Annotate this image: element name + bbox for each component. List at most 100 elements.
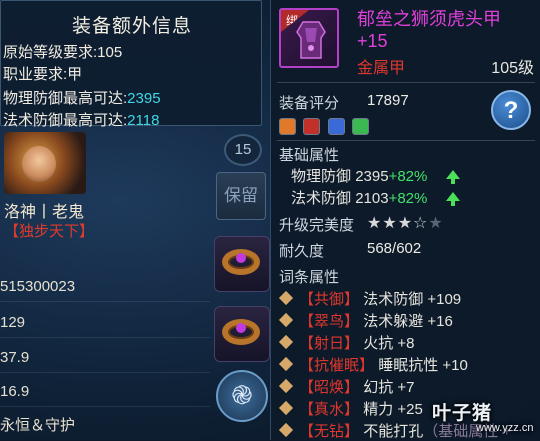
affix-row: 【共御】 法术防御 +109 (278, 288, 462, 309)
watermark-url: www.yzz.cn (476, 422, 534, 434)
physical-defense-label: 物理防御 (291, 168, 352, 185)
armor-icon[interactable]: 绑 (279, 8, 339, 68)
max-magic-defense-label: 法术防御最高可达: (3, 112, 128, 129)
blue-gem-icon[interactable] (327, 118, 345, 135)
durability-label: 耐久度 (279, 243, 325, 260)
score-label: 装备评分 (279, 95, 340, 112)
max-physical-defense-label: 物理防御最高可达: (3, 90, 128, 107)
reserve-button[interactable]: 保留 (216, 172, 266, 220)
extra-info-tooltip: 装备额外信息 原始等级要求:105 职业要求:甲 物理防御最高可达:2395 法… (0, 0, 262, 129)
character-stat-row: 515300023 (0, 278, 210, 302)
affix-tag: 【真水】 (299, 401, 360, 418)
affix-text: 不能打孔 (363, 423, 424, 440)
item-level: 105级 (491, 60, 534, 77)
max-physical-defense: 物理防御最高可达:2395 (3, 87, 161, 108)
diamond-icon (278, 334, 294, 350)
diamond-icon (278, 312, 294, 328)
item-name-line: 郁垒之狮须虎头甲 (357, 9, 501, 29)
affix-text: 睡眠抗性 +10 (378, 357, 468, 374)
upgrade-perfection-label: 升级完美度 (279, 217, 355, 234)
original-level-requirement: 原始等级要求:105 (3, 44, 123, 61)
magic-defense-value: 2103 (355, 190, 389, 207)
character-stat-value: 515300023 (0, 278, 76, 295)
max-magic-defense-value: 2118 (127, 112, 160, 129)
gem-icon (236, 323, 246, 333)
star-dark-icon: ★ (428, 215, 444, 232)
affix-text: 幻抗 +7 (363, 379, 415, 396)
max-magic-defense: 法术防御最高可达:2118 (3, 109, 159, 130)
affix-text: 法术躲避 +16 (363, 313, 453, 330)
affix-row: 【翠鸟】 法术躲避 +16 (278, 310, 453, 331)
character-portrait[interactable] (4, 132, 86, 194)
affix-row: 【抗催眠】 睡眠抗性 +10 (278, 354, 468, 375)
character-stat-row: 16.9 (0, 383, 210, 407)
orange-gem-icon[interactable] (279, 118, 296, 135)
divider (277, 82, 535, 83)
affix-tag: 【无钻】 (299, 423, 360, 440)
character-stat-value: 37.9 (0, 349, 30, 366)
affix-tag: 【昭焕】 (299, 379, 360, 396)
help-button[interactable]: ? (491, 90, 531, 130)
red-gem-icon[interactable] (303, 118, 321, 135)
diamond-icon (278, 400, 294, 416)
affix-attributes-label: 词条属性 (279, 269, 340, 286)
class-requirement: 职业要求:甲 (3, 66, 83, 83)
affix-tag: 【共御】 (299, 291, 360, 308)
affix-text: 火抗 +8 (363, 335, 415, 352)
affix-text: 精力 +25 (363, 401, 423, 418)
character-stat-row: 永恒＆守护 (0, 414, 210, 441)
item-enhance-level: +15 (357, 31, 388, 51)
swirl-icon[interactable]: ֎ (216, 370, 268, 422)
gem-icon (236, 253, 246, 263)
star-filled-icon: ★ (382, 215, 398, 232)
site-watermark: 叶子猪 www.yzz.cn (432, 398, 540, 440)
up-arrow-icon (445, 169, 460, 184)
character-stat-value: 永恒＆守护 (0, 417, 76, 434)
affix-text: 法术防御 +109 (363, 291, 462, 308)
character-level-badge: 15 (224, 134, 262, 166)
affix-tag: 【射日】 (299, 335, 360, 352)
affix-tag: 【抗催眠】 (299, 357, 375, 374)
portrait-face (22, 146, 56, 182)
item-name: 郁垒之狮须虎头甲 +15 (357, 8, 537, 52)
divider (277, 140, 535, 141)
character-stat-value: 129 (0, 314, 26, 331)
equipment-slot-ring[interactable] (214, 306, 270, 362)
diamond-icon (278, 378, 294, 394)
green-gem-icon[interactable] (352, 118, 370, 135)
affix-tag: 【翠鸟】 (299, 313, 360, 330)
character-title: 【独步天下】 (4, 223, 95, 240)
item-type: 金属甲 (357, 60, 406, 77)
affix-row: 【真水】 精力 +25 (278, 398, 423, 419)
gem-slots (279, 118, 372, 140)
physical-defense-bonus: +82% (388, 168, 428, 185)
upgrade-stars: ★★★☆★ (367, 213, 444, 233)
character-stat-value: 16.9 (0, 383, 30, 400)
base-attributes-label: 基础属性 (279, 147, 340, 164)
item-detail-panel: 绑 郁垒之狮须虎头甲 +15 金属甲 105级 装备评分 17897 ? 基础属… (270, 0, 540, 440)
physical-defense-row: 物理防御 2395+82% (291, 165, 460, 186)
diamond-icon (278, 422, 294, 438)
watermark-main: 叶子猪 (432, 403, 493, 424)
magic-defense-bonus: +82% (388, 190, 428, 207)
max-physical-defense-value: 2395 (127, 90, 161, 107)
magic-defense-label: 法术防御 (291, 190, 352, 207)
equipment-slot-ring[interactable] (214, 236, 270, 292)
star-filled-icon: ★ (397, 215, 414, 232)
armor-figure-icon (296, 21, 326, 59)
character-stat-row: 129 (0, 314, 210, 338)
up-arrow-icon (445, 191, 460, 206)
extra-info-title: 装备额外信息 (71, 16, 192, 37)
diamond-icon (278, 356, 294, 372)
durability-value: 568/602 (367, 240, 422, 257)
affix-row: 【昭焕】 幻抗 +7 (278, 376, 415, 397)
star-filled-icon: ★ (367, 215, 383, 232)
magic-defense-row: 法术防御 2103+82% (291, 187, 460, 208)
physical-defense-value: 2395 (355, 168, 389, 185)
diamond-icon (278, 290, 294, 306)
character-name: 洛神丨老鬼 (4, 204, 85, 221)
affix-row: 【射日】 火抗 +8 (278, 332, 415, 353)
star-empty-icon: ☆ (413, 215, 429, 232)
character-stat-row: 37.9 (0, 349, 210, 373)
score-value: 17897 (367, 92, 409, 109)
